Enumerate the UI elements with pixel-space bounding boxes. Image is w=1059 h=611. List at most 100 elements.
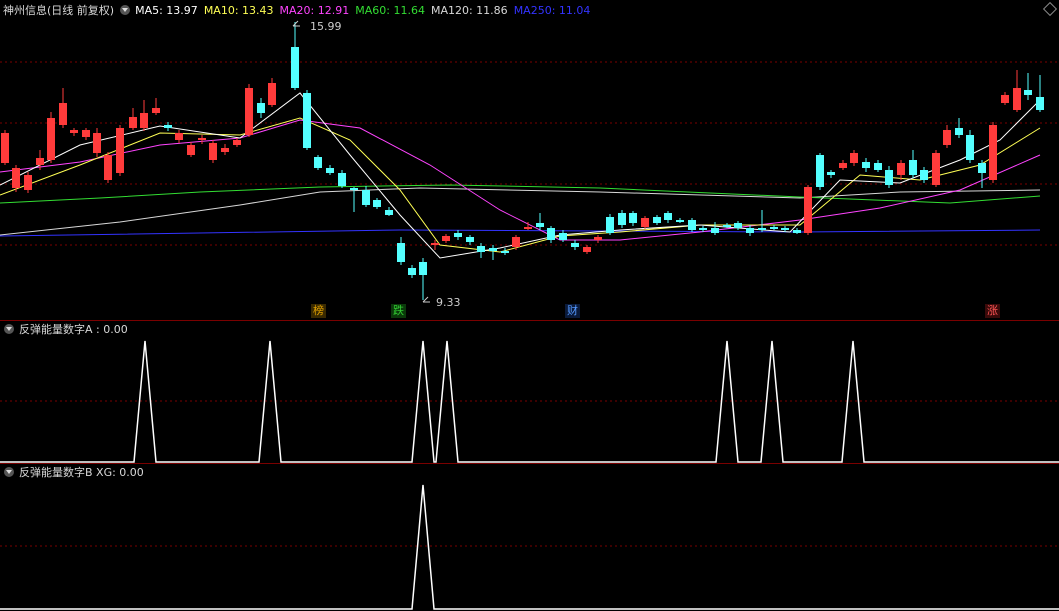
candle: [152, 98, 160, 115]
candle: [583, 245, 591, 254]
candle: [326, 165, 334, 175]
candle: [501, 248, 509, 255]
candle: [978, 160, 986, 188]
indicator-a-chart: [0, 340, 1059, 463]
candle: [793, 228, 801, 234]
candle: [885, 166, 893, 188]
candlestick-chart[interactable]: 15.99 9.33: [0, 0, 1059, 320]
candle: [618, 210, 626, 228]
event-tag-bang[interactable]: 榜: [311, 304, 326, 318]
candle: [47, 112, 55, 163]
candle: [1024, 73, 1032, 100]
high-price-label: 15.99: [310, 20, 342, 33]
candle: [966, 130, 974, 163]
candle: [688, 218, 696, 232]
candle: [909, 150, 917, 178]
candle: [70, 128, 78, 136]
candle: [489, 245, 497, 260]
candle: [874, 160, 882, 172]
candle: [59, 88, 67, 128]
moving-average-lines: [0, 92, 1041, 259]
indicator-a-pane[interactable]: 反弹能量数字A : 0.00: [0, 321, 1059, 463]
candle: [804, 185, 812, 235]
candle: [862, 158, 870, 172]
candle: [245, 84, 253, 137]
candle: [547, 226, 555, 243]
candle: [989, 122, 997, 183]
candle: [362, 186, 370, 207]
candle: [233, 138, 241, 147]
candle: [93, 128, 101, 157]
candle: [629, 211, 637, 226]
low-price-label: 9.33: [436, 296, 461, 309]
candle: [187, 142, 195, 157]
candle: [221, 144, 229, 155]
candle: [82, 128, 90, 140]
event-tag-cai[interactable]: 财: [565, 304, 580, 318]
candle: [653, 215, 661, 225]
candle: [1013, 70, 1021, 112]
candle: [606, 214, 614, 235]
candle: [932, 150, 940, 187]
indicator-b-pane[interactable]: 反弹能量数字B XG: 0.00: [0, 464, 1059, 611]
candle: [116, 125, 124, 176]
candle: [1001, 92, 1009, 105]
candle: [839, 160, 847, 170]
candle: [442, 234, 450, 243]
candle: [12, 165, 20, 192]
candle: [943, 125, 951, 148]
candle: [524, 222, 532, 230]
candle: [1, 130, 9, 165]
main-chart-pane[interactable]: 神州信息(日线 前复权) MA5: 13.97 MA10: 13.43 MA20…: [0, 0, 1059, 320]
candle: [827, 170, 835, 178]
ma-line: [0, 119, 1041, 241]
candle: [175, 130, 183, 143]
event-tag-die[interactable]: 跌: [391, 304, 406, 318]
candle: [385, 207, 393, 216]
high-marker: 15.99: [292, 20, 342, 33]
ma-line: [0, 229, 1041, 237]
candle: [512, 235, 520, 250]
candle: [676, 218, 684, 223]
candle: [664, 211, 672, 223]
candle: [338, 170, 346, 188]
candle: [711, 222, 719, 235]
candle: [129, 108, 137, 130]
candle: [257, 98, 265, 118]
candle: [24, 172, 32, 193]
candle: [291, 22, 299, 90]
candle: [268, 78, 276, 107]
candles: [1, 22, 1044, 300]
candle: [104, 152, 112, 183]
candle: [641, 216, 649, 229]
candle: [758, 210, 766, 232]
grid-lines: [0, 61, 1059, 246]
ma-line: [0, 184, 1041, 204]
candle: [897, 160, 905, 180]
event-tag-zhang[interactable]: 涨: [985, 304, 1000, 318]
candle: [466, 235, 474, 245]
candle: [397, 237, 405, 265]
candle: [314, 155, 322, 170]
candle: [536, 213, 544, 230]
candle: [850, 150, 858, 166]
candle: [1036, 75, 1044, 112]
ma-line: [0, 117, 1041, 253]
candle: [770, 225, 778, 230]
low-marker: 9.33: [422, 296, 461, 309]
candle: [454, 230, 462, 240]
candle: [594, 235, 602, 243]
candle: [373, 198, 381, 209]
candle: [571, 240, 579, 250]
candle: [198, 135, 206, 144]
indicator-b-line: [0, 484, 1059, 610]
indicator-b-chart: [0, 484, 1059, 610]
candle: [140, 100, 148, 131]
candle: [920, 167, 928, 183]
candle: [408, 265, 416, 278]
candle: [955, 118, 963, 138]
candle: [209, 140, 217, 163]
candle: [816, 153, 824, 190]
candle: [419, 258, 427, 300]
candle: [303, 90, 311, 150]
